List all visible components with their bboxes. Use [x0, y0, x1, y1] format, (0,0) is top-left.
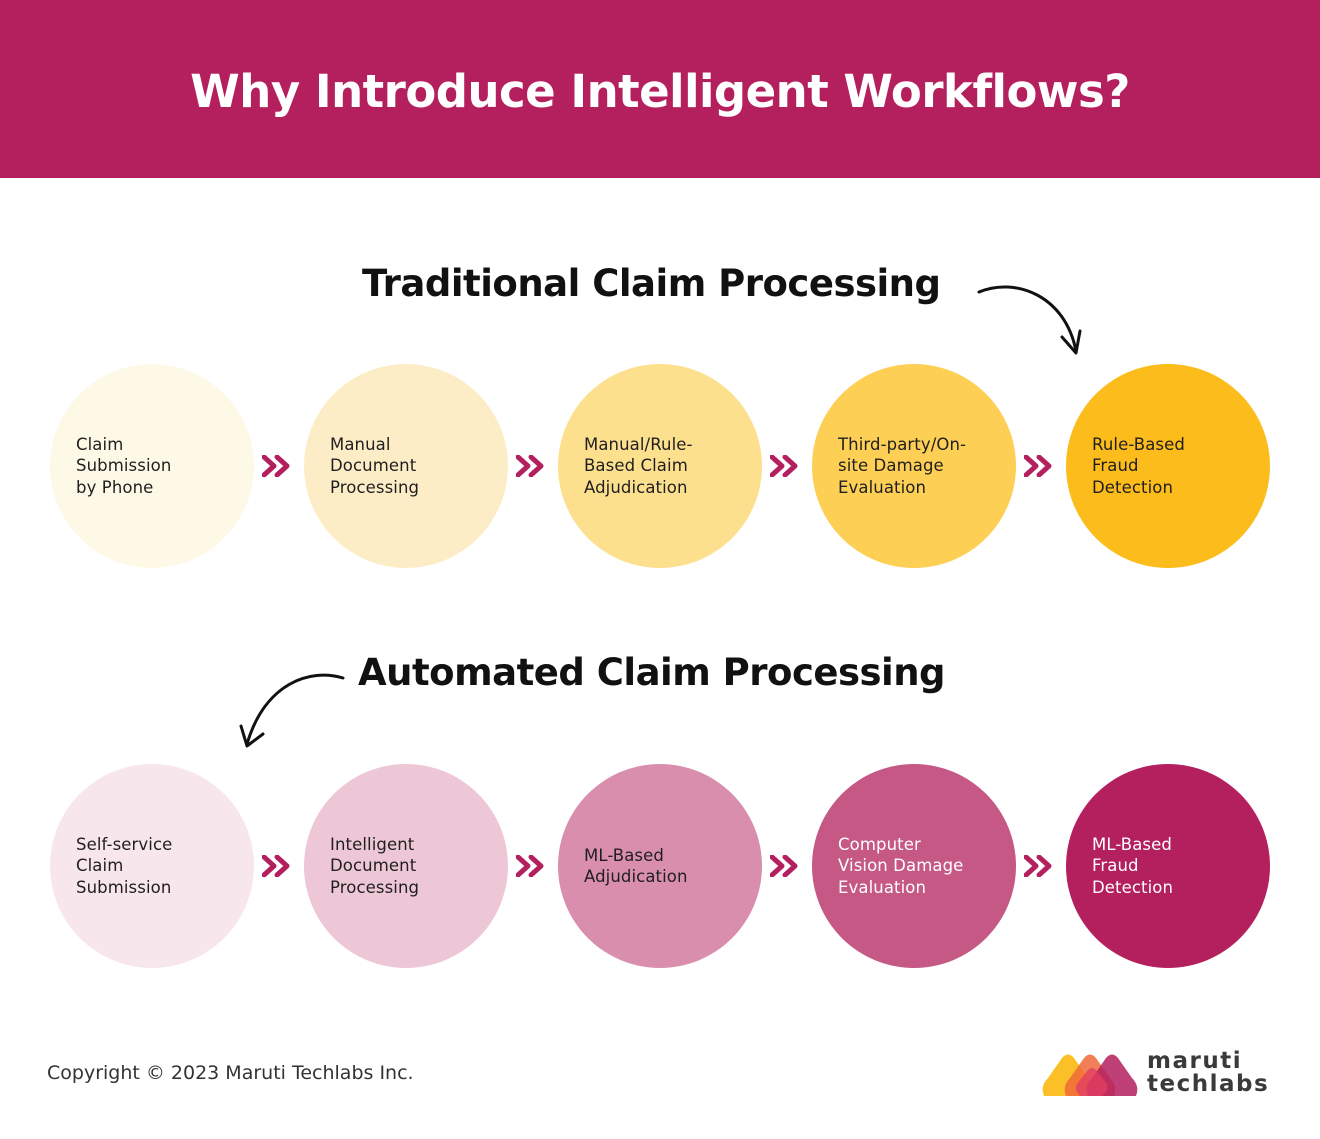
double-chevron-right-icon	[516, 455, 544, 477]
page-title: Why Introduce Intelligent Workflows?	[190, 64, 1130, 118]
automated-step-4: Computer Vision Damage Evaluation	[812, 764, 1016, 968]
step-label: Computer Vision Damage Evaluation	[838, 834, 964, 897]
curved-arrow-icon	[239, 673, 345, 748]
double-chevron-right-icon	[262, 455, 290, 477]
step-label: Intelligent Document Processing	[330, 834, 420, 897]
double-chevron-right-icon	[770, 855, 798, 877]
automated-step-3: ML-Based Adjudication	[558, 764, 762, 968]
double-chevron-right-icon	[1024, 855, 1052, 877]
double-chevron-right-icon	[1024, 455, 1052, 477]
traditional-step-3: Manual/Rule- Based Claim Adjudication	[558, 364, 762, 568]
copyright-text: Copyright © 2023 Maruti Techlabs Inc.	[47, 1062, 414, 1084]
traditional-step-2: Manual Document Processing	[304, 364, 508, 568]
curved-arrow-icon	[977, 285, 1082, 355]
step-label: Manual Document Processing	[330, 434, 420, 497]
double-chevron-right-icon	[262, 855, 290, 877]
step-label: ML-Based Fraud Detection	[1092, 834, 1174, 897]
double-chevron-right-icon	[516, 855, 544, 877]
step-label: Third-party/On- site Damage Evaluation	[838, 434, 967, 497]
step-label: Claim Submission by Phone	[76, 434, 172, 497]
automated-step-1: Self-service Claim Submission	[50, 764, 254, 968]
automated-step-5: ML-Based Fraud Detection	[1066, 764, 1270, 968]
automated-step-2: Intelligent Document Processing	[304, 764, 508, 968]
traditional-step-4: Third-party/On- site Damage Evaluation	[812, 364, 1016, 568]
header-banner: Why Introduce Intelligent Workflows?	[0, 0, 1320, 178]
logo-wordmark: maruti techlabs	[1147, 1050, 1269, 1096]
step-label: Manual/Rule- Based Claim Adjudication	[584, 434, 693, 497]
step-label: ML-Based Adjudication	[584, 845, 688, 887]
traditional-step-5: Rule-Based Fraud Detection	[1066, 364, 1270, 568]
logo-line-1: maruti	[1147, 1048, 1243, 1074]
automated-section-title: Automated Claim Processing	[358, 651, 946, 694]
traditional-step-1: Claim Submission by Phone	[50, 364, 254, 568]
step-label: Rule-Based Fraud Detection	[1092, 434, 1185, 497]
traditional-section-title: Traditional Claim Processing	[362, 262, 941, 305]
logo-line-2: techlabs	[1147, 1071, 1270, 1097]
double-chevron-right-icon	[770, 455, 798, 477]
step-label: Self-service Claim Submission	[76, 834, 173, 897]
